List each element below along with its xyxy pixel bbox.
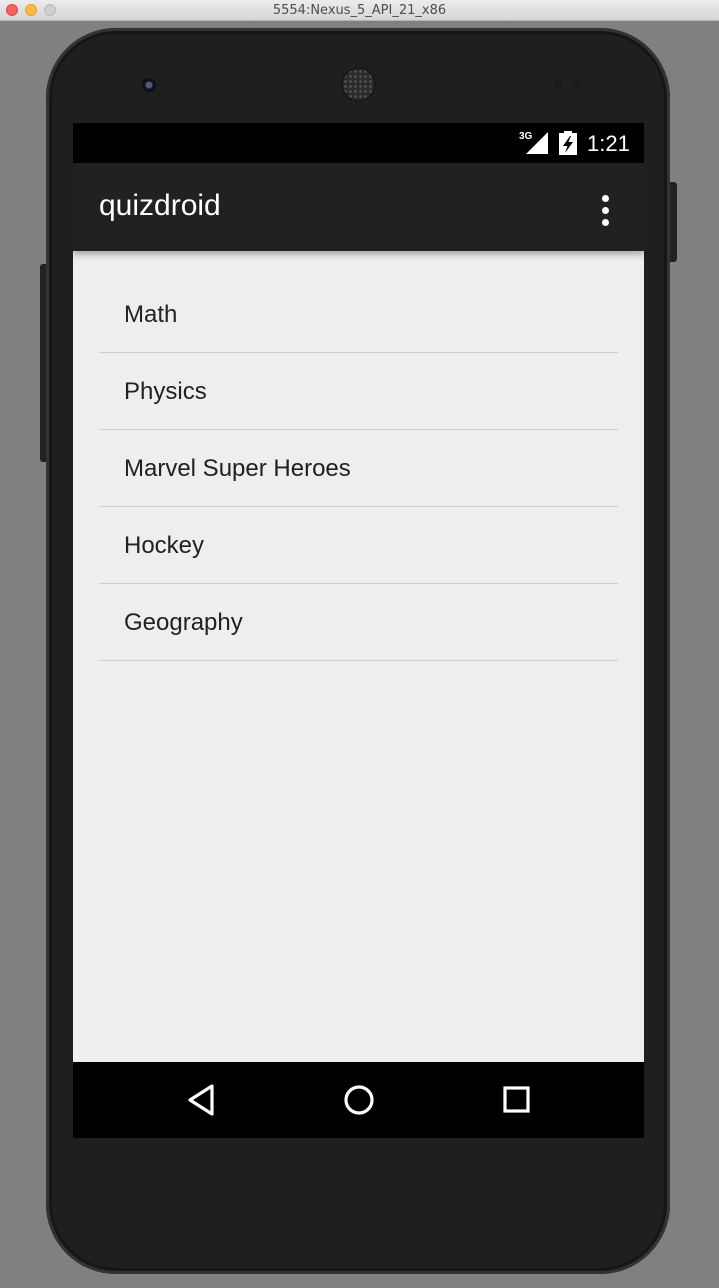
proximity-sensor-icon (553, 79, 562, 88)
status-bar: 3G 1:21 (73, 123, 644, 163)
battery-charging-icon (559, 131, 577, 155)
back-button[interactable] (178, 1078, 222, 1122)
recents-icon (503, 1086, 530, 1113)
light-sensor-icon (574, 80, 581, 87)
app-title: quizdroid (99, 189, 221, 222)
navigation-bar (73, 1062, 644, 1138)
topic-label: Geography (124, 609, 243, 636)
topic-list: Math Physics Marvel Super Heroes Hockey … (99, 251, 618, 661)
list-item-marvel-super-heroes[interactable]: Marvel Super Heroes (99, 430, 618, 507)
topic-label: Math (124, 301, 178, 328)
home-button[interactable] (337, 1078, 381, 1122)
list-item-geography[interactable]: Geography (99, 584, 618, 661)
home-icon (344, 1085, 374, 1115)
window-title: 5554:Nexus_5_API_21_x86 (272, 3, 447, 18)
recents-button[interactable] (495, 1078, 539, 1122)
topic-label: Physics (124, 378, 207, 405)
device-screen: 3G 1:21 quizdroid Math Physics Marvel Su… (73, 123, 644, 1138)
front-camera-icon (141, 77, 157, 93)
window-titlebar: 5554:Nexus_5_API_21_x86 (0, 0, 719, 21)
list-item-math[interactable]: Math (99, 251, 618, 353)
back-icon (188, 1084, 214, 1116)
topic-label: Marvel Super Heroes (124, 455, 351, 482)
earpiece-speaker-icon (343, 69, 374, 100)
list-item-hockey[interactable]: Hockey (99, 507, 618, 584)
network-type-label: 3G (519, 131, 533, 142)
list-item-physics[interactable]: Physics (99, 353, 618, 430)
overflow-menu-button[interactable] (585, 183, 625, 231)
power-button[interactable] (670, 182, 677, 262)
status-time: 1:21 (587, 131, 630, 156)
app-bar: quizdroid (73, 163, 644, 251)
topic-label: Hockey (124, 532, 205, 559)
